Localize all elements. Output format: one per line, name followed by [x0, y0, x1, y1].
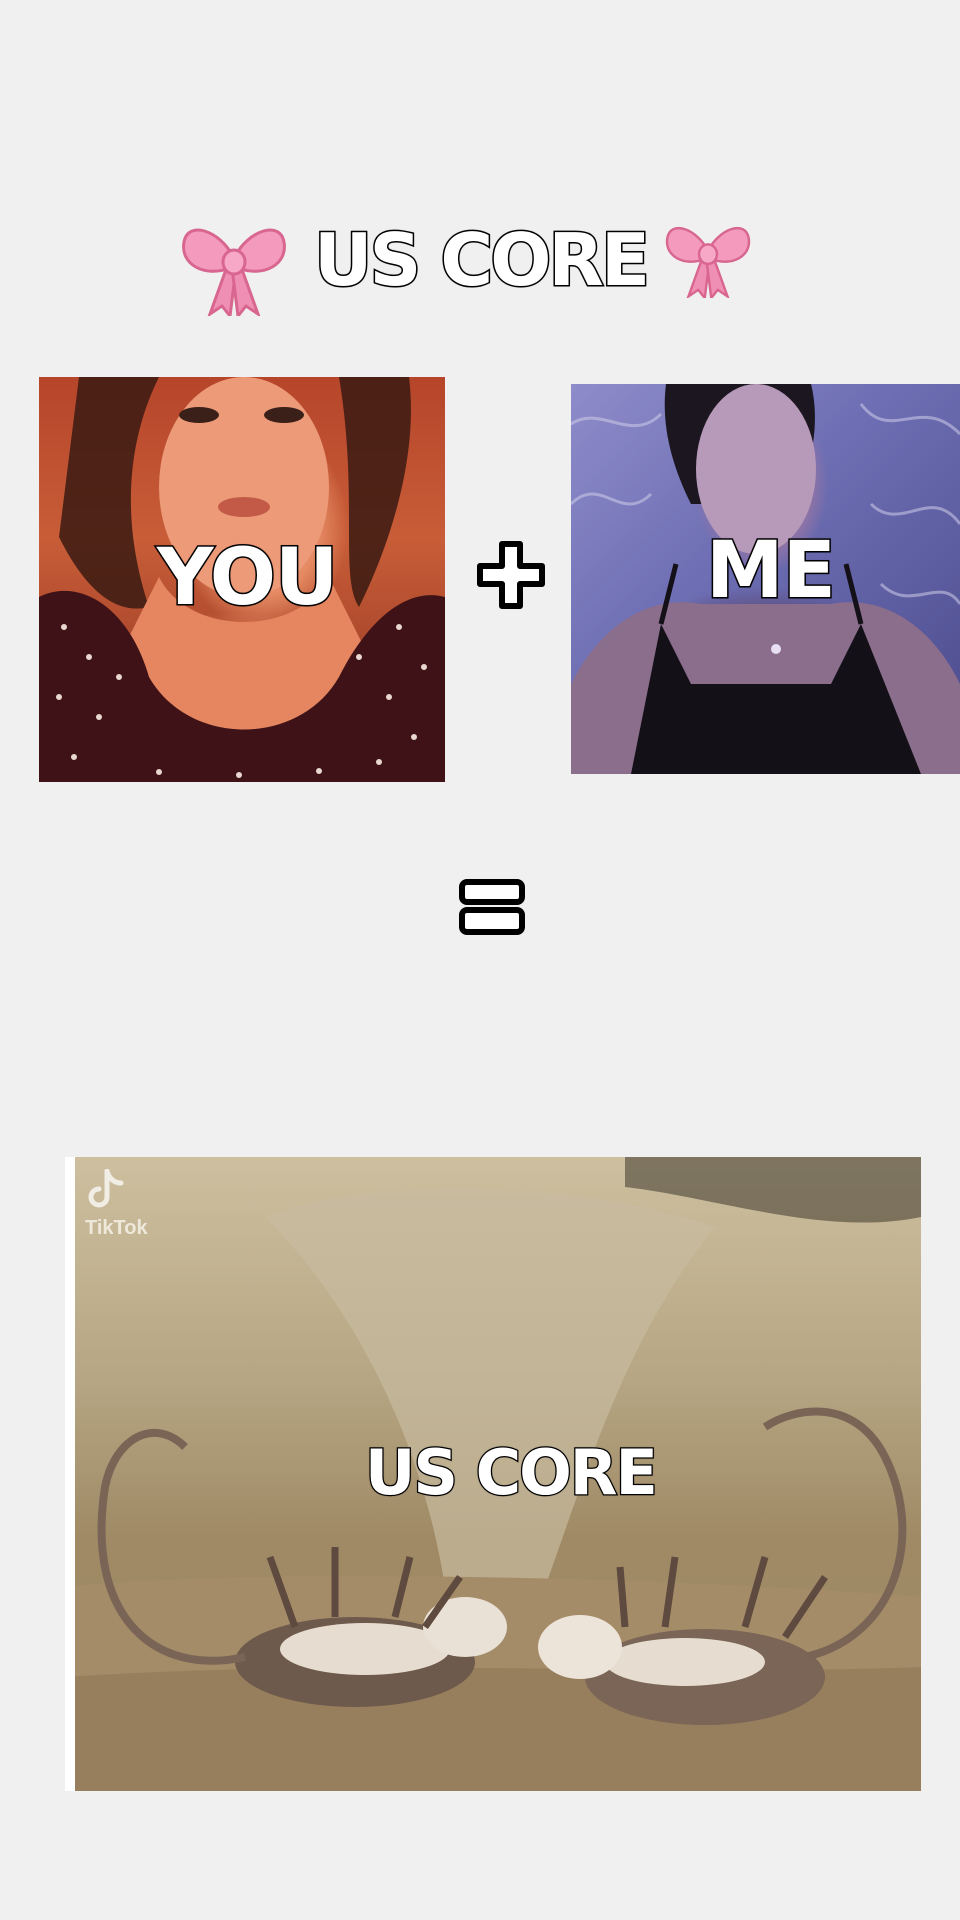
plus-icon — [477, 541, 545, 609]
you-label: YOU — [155, 533, 339, 623]
me-label: ME — [705, 526, 838, 616]
bow-icon — [182, 228, 286, 316]
me-photo: ME — [571, 384, 960, 774]
page-title: US CORE — [312, 218, 651, 302]
title-row: US CORE — [170, 210, 760, 320]
bow-icon — [665, 227, 751, 298]
meme-image: TikTok US CORE — [65, 1157, 921, 1791]
you-photo: YOU — [39, 377, 445, 782]
tiktok-watermark: TikTok — [85, 1217, 148, 1239]
meme-caption: US CORE — [364, 1436, 659, 1509]
equals-icon — [459, 879, 525, 935]
